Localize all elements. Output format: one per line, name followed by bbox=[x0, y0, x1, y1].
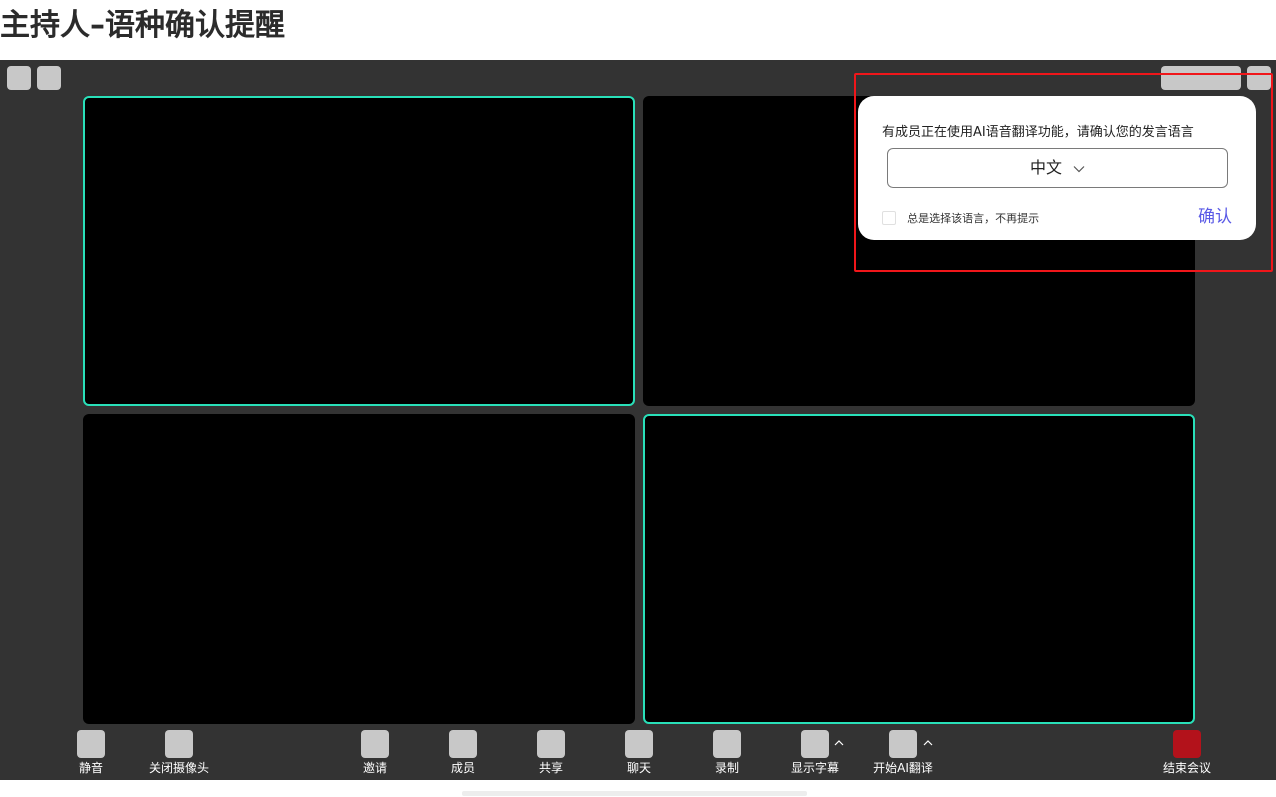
always-choose-label: 总是选择该语言，不再提示 bbox=[907, 211, 1040, 225]
end-call-icon bbox=[1173, 730, 1201, 758]
end-meeting-button[interactable]: 结束会议 bbox=[1147, 730, 1227, 775]
record-label: 录制 bbox=[714, 761, 739, 775]
chat-label: 聊天 bbox=[626, 761, 651, 775]
mute-button[interactable]: 静音 bbox=[51, 730, 131, 775]
video-tile-3[interactable] bbox=[83, 414, 635, 724]
record-icon bbox=[713, 730, 741, 758]
end-label: 结束会议 bbox=[1162, 761, 1211, 775]
invite-label: 邀请 bbox=[362, 761, 387, 775]
horizontal-scrollbar[interactable] bbox=[462, 791, 807, 796]
captions-icon bbox=[801, 730, 829, 758]
language-confirm-dialog: 有成员正在使用AI语音翻译功能，请确认您的发言语言 中文 总是选择该语言，不再提… bbox=[858, 96, 1256, 240]
camera-label: 关闭摄像头 bbox=[148, 761, 209, 775]
captions-button[interactable]: 显示字幕 bbox=[775, 730, 855, 775]
video-tile-1[interactable] bbox=[83, 96, 635, 406]
share-icon bbox=[537, 730, 565, 758]
language-select[interactable]: 中文 bbox=[887, 148, 1228, 188]
top-left-button-2[interactable] bbox=[37, 66, 61, 90]
invite-icon bbox=[361, 730, 389, 758]
camera-icon bbox=[165, 730, 193, 758]
top-left-button-1[interactable] bbox=[7, 66, 31, 90]
translate-icon bbox=[889, 730, 917, 758]
share-label: 共享 bbox=[538, 761, 563, 775]
ai-translate-label: 开始AI翻译 bbox=[873, 761, 933, 775]
video-tile-4[interactable] bbox=[643, 414, 1195, 724]
members-icon bbox=[449, 730, 477, 758]
selected-language: 中文 bbox=[1029, 158, 1062, 177]
camera-off-button[interactable]: 关闭摄像头 bbox=[139, 730, 219, 775]
members-button[interactable]: 成员 bbox=[423, 730, 503, 775]
dialog-message: 有成员正在使用AI语音翻译功能，请确认您的发言语言 bbox=[882, 125, 1194, 140]
chevron-down-icon bbox=[1073, 165, 1085, 172]
confirm-button[interactable]: 确认 bbox=[1198, 202, 1232, 227]
members-label: 成员 bbox=[450, 761, 475, 775]
chat-icon bbox=[625, 730, 653, 758]
share-button[interactable]: 共享 bbox=[511, 730, 591, 775]
page-title: 主持人–语种确认提醒 bbox=[0, 8, 285, 43]
always-choose-row[interactable]: 总是选择该语言，不再提示 bbox=[882, 207, 1040, 225]
always-choose-checkbox[interactable] bbox=[882, 210, 896, 225]
chat-button[interactable]: 聊天 bbox=[599, 730, 679, 775]
ai-translate-button[interactable]: 开始AI翻译 bbox=[863, 730, 943, 775]
record-button[interactable]: 录制 bbox=[687, 730, 767, 775]
caret-up-icon[interactable] bbox=[923, 738, 933, 748]
caret-up-icon[interactable] bbox=[834, 738, 844, 748]
invite-button[interactable]: 邀请 bbox=[335, 730, 415, 775]
mute-label: 静音 bbox=[78, 761, 103, 775]
captions-label: 显示字幕 bbox=[790, 761, 839, 775]
microphone-icon bbox=[77, 730, 105, 758]
